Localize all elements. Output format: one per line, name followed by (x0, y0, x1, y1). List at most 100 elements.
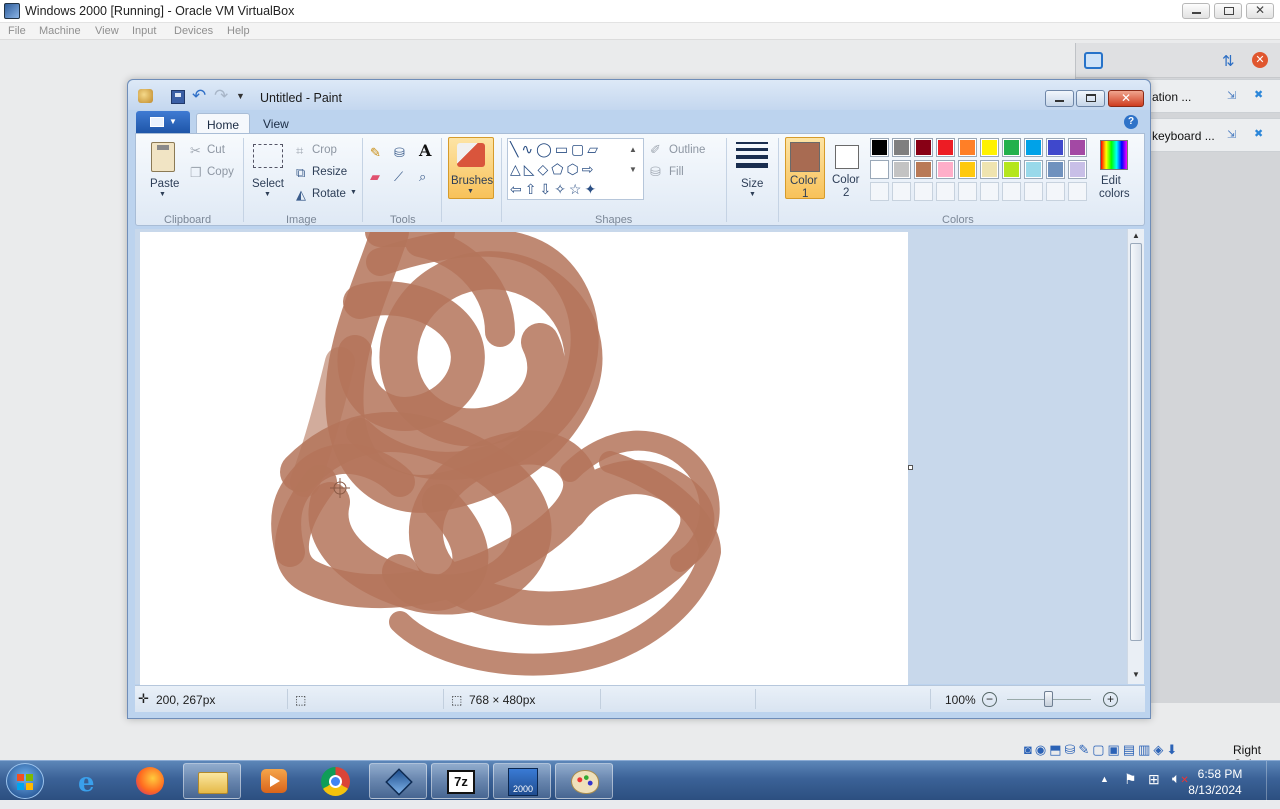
paint-maximize-button[interactable] (1076, 90, 1105, 107)
taskbar-paint[interactable] (555, 763, 613, 799)
color-picker-icon[interactable]: ⟋ (394, 169, 403, 184)
palette-swatch[interactable] (936, 138, 955, 157)
palette-swatch[interactable] (1002, 160, 1021, 179)
palette-swatch[interactable] (980, 160, 999, 179)
clock-date[interactable]: 8/13/2024 (1180, 783, 1250, 797)
scroll-down-icon[interactable]: ▼ (1132, 670, 1140, 679)
palette-swatch[interactable] (980, 138, 999, 157)
palette-swatch[interactable] (1024, 138, 1043, 157)
paint-app-icon[interactable] (138, 89, 153, 103)
palette-swatch[interactable] (958, 160, 977, 179)
notification-item[interactable]: keyboard ... ⇲ ✖ (1131, 118, 1280, 152)
start-orb-icon[interactable] (6, 763, 44, 799)
paint-minimize-button[interactable] (1045, 90, 1074, 107)
shapes-scroll-up-icon[interactable]: ▲ (629, 142, 637, 157)
pin-icon[interactable]: ⇲ (1227, 89, 1236, 102)
palette-swatch[interactable] (980, 182, 999, 201)
tab-home[interactable]: Home (196, 113, 251, 134)
quick-access-dropdown-icon[interactable]: ▼ (236, 91, 245, 101)
rotate-dropdown-icon[interactable]: ▼ (350, 189, 357, 196)
taskbar-file-explorer[interactable] (183, 763, 241, 799)
vertical-scrollbar[interactable]: ▲ ▼ (1127, 229, 1144, 684)
eraser-icon[interactable]: ▰ (370, 169, 380, 184)
pin-icon[interactable]: ⇲ (1227, 128, 1236, 141)
palette-swatch[interactable] (892, 182, 911, 201)
menu-help[interactable]: Help (227, 25, 250, 37)
close-icon[interactable]: ✖ (1254, 88, 1263, 101)
action-center-flag-icon[interactable]: ⚑ (1124, 771, 1137, 788)
message-icon[interactable] (1084, 52, 1103, 69)
menu-file[interactable]: File (8, 25, 26, 37)
show-desktop-button[interactable] (1266, 761, 1280, 801)
rotate-button[interactable]: Rotate (312, 188, 346, 200)
notification-item[interactable]: ation ... ⇲ ✖ (1131, 79, 1280, 113)
palette-swatch[interactable] (870, 160, 889, 179)
host-minimize-button[interactable] (1182, 3, 1210, 19)
menu-machine[interactable]: Machine (39, 25, 81, 37)
show-hidden-icons[interactable]: ▲ (1100, 774, 1109, 784)
paint-close-button[interactable]: ✕ (1108, 90, 1144, 107)
fill-button[interactable]: Fill (669, 166, 684, 178)
taskbar-windows-2000-vm[interactable]: 2000 (493, 763, 551, 799)
menu-input[interactable]: Input (132, 25, 156, 37)
color1-button[interactable]: Color 1 (785, 137, 825, 200)
palette-swatch[interactable] (870, 182, 889, 201)
palette-swatch[interactable] (1024, 160, 1043, 179)
device-status-icons[interactable]: ◙◉⬒⛁✎▢▣▤▥◈⬇ (1024, 742, 1180, 758)
drawing-canvas[interactable] (140, 232, 908, 685)
save-icon[interactable] (171, 90, 185, 104)
select-button[interactable]: Select ▼ (250, 138, 286, 200)
dismiss-all-icon[interactable]: ✕ (1252, 52, 1268, 68)
close-icon[interactable]: ✖ (1254, 127, 1263, 140)
palette-swatch[interactable] (958, 182, 977, 201)
palette-swatch[interactable] (1046, 182, 1065, 201)
palette-swatch[interactable] (958, 138, 977, 157)
redo-icon[interactable]: ↷ (214, 86, 228, 106)
palette-swatch[interactable] (914, 182, 933, 201)
paste-button[interactable]: Paste ▼ (144, 138, 182, 200)
scroll-up-icon[interactable]: ▲ (1132, 231, 1140, 240)
size-button[interactable]: Size ▼ (733, 138, 771, 200)
zoom-in-icon[interactable]: + (1103, 692, 1118, 707)
menu-devices[interactable]: Devices (174, 25, 213, 37)
palette-swatch[interactable] (914, 160, 933, 179)
color2-button[interactable]: Color 2 (827, 137, 867, 199)
outline-button[interactable]: Outline (669, 144, 705, 156)
taskbar-7zip[interactable]: 7z (431, 763, 489, 799)
palette-swatch[interactable] (936, 160, 955, 179)
palette-swatch[interactable] (1068, 182, 1087, 201)
palette-swatch[interactable] (1002, 182, 1021, 201)
taskbar-internet-explorer[interactable]: e (62, 763, 120, 799)
crop-button[interactable]: Crop (312, 144, 337, 156)
fill-bucket-icon[interactable]: ⛁ (394, 145, 405, 160)
taskbar-chrome[interactable] (307, 763, 365, 799)
scroll-thumb[interactable] (1130, 243, 1142, 641)
palette-swatch[interactable] (1068, 160, 1087, 179)
text-tool-icon[interactable]: A (419, 143, 431, 159)
host-close-button[interactable]: ✕ (1246, 3, 1274, 19)
cut-button[interactable]: Cut (207, 144, 225, 156)
paint-menu-button[interactable]: ▼ (136, 111, 190, 133)
pencil-icon[interactable]: ✎ (370, 145, 381, 160)
taskbar-firefox[interactable] (122, 763, 180, 799)
copy-button[interactable]: Copy (207, 166, 234, 178)
undo-icon[interactable]: ↶ (192, 86, 206, 106)
menu-view[interactable]: View (95, 25, 119, 37)
taskbar-virtualbox[interactable] (369, 763, 427, 799)
palette-swatch[interactable] (1046, 138, 1065, 157)
zoom-out-icon[interactable]: − (982, 692, 997, 707)
host-restore-button[interactable] (1214, 3, 1242, 19)
taskbar-media-player[interactable] (245, 763, 303, 799)
palette-swatch[interactable] (1068, 138, 1087, 157)
palette-swatch[interactable] (914, 138, 933, 157)
palette-swatch[interactable] (892, 160, 911, 179)
zoom-slider-thumb[interactable] (1044, 691, 1053, 707)
palette-swatch[interactable] (1046, 160, 1065, 179)
network-icon[interactable]: ⊞ (1148, 771, 1160, 788)
tab-view[interactable]: View (253, 113, 299, 134)
palette-swatch[interactable] (870, 138, 889, 157)
palette-swatch[interactable] (936, 182, 955, 201)
magnifier-icon[interactable]: ⌕ (419, 169, 426, 184)
brushes-button[interactable]: Brushes ▼ (448, 137, 494, 199)
edit-colors-button[interactable]: Edit colors (1092, 138, 1136, 200)
